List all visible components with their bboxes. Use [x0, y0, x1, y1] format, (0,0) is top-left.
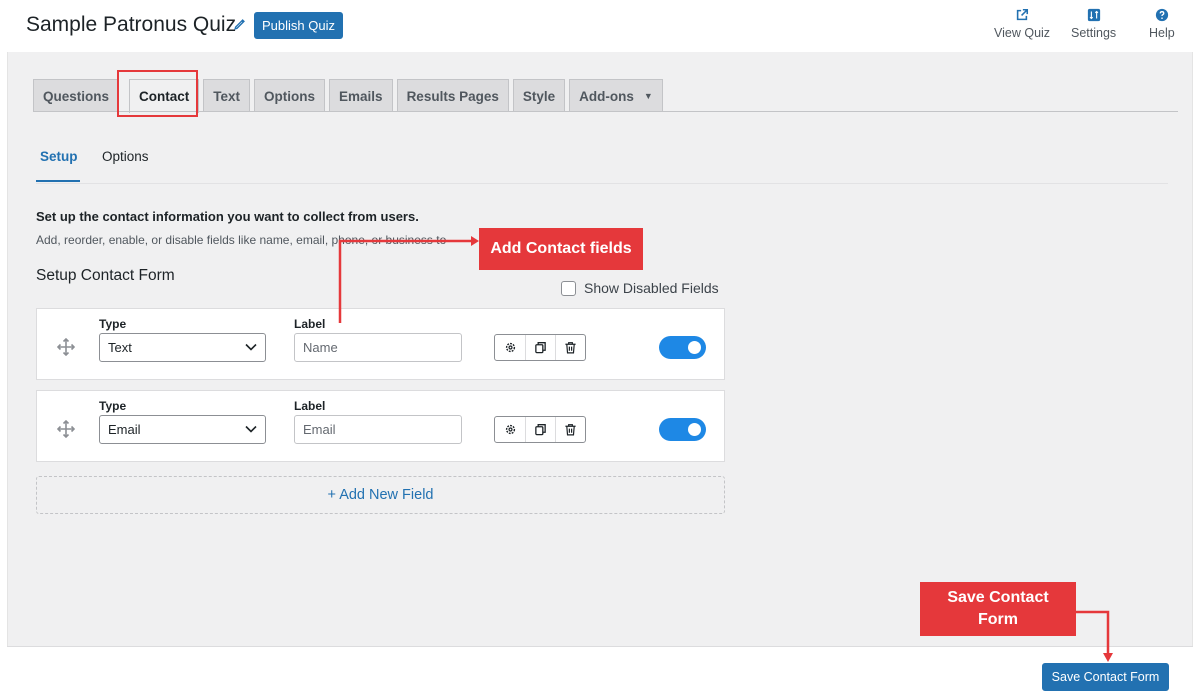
tab-label: Text — [213, 88, 241, 104]
trash-icon — [565, 424, 576, 436]
intro-title: Set up the contact information you want … — [36, 209, 419, 224]
gear-icon — [505, 424, 515, 435]
contact-field-row: Type Label Email Email — [36, 390, 725, 462]
move-icon[interactable] — [57, 338, 75, 356]
field-type-value: Text — [108, 340, 132, 355]
field-enabled-toggle[interactable] — [659, 336, 706, 359]
delete-field-button[interactable] — [555, 417, 585, 442]
field-actions — [494, 334, 586, 361]
tab-text[interactable]: Text — [203, 79, 251, 112]
gear-icon — [505, 342, 515, 353]
pencil-icon[interactable] — [233, 17, 247, 31]
field-label-input[interactable]: Name — [294, 333, 462, 362]
page-header: Sample Patronus Quiz Publish Quiz View Q… — [0, 0, 1200, 52]
tab-label: Results Pages — [406, 88, 499, 104]
contact-field-row: Type Label Text Name — [36, 308, 725, 380]
duplicate-field-button[interactable] — [525, 417, 555, 442]
tab-label: Questions — [43, 88, 110, 104]
show-disabled-fields-toggle[interactable]: Show Disabled Fields — [561, 280, 719, 296]
chevron-down-icon — [245, 343, 257, 351]
quiz-title: Sample Patronus Quiz — [26, 13, 237, 36]
delete-field-button[interactable] — [555, 335, 585, 360]
type-heading: Type — [99, 399, 127, 413]
copy-icon — [535, 424, 546, 436]
save-contact-form-button[interactable]: Save Contact Form — [1042, 663, 1169, 691]
subtab-options[interactable]: Options — [102, 149, 149, 164]
tab-options[interactable]: Options — [254, 79, 326, 112]
field-label-input[interactable]: Email — [294, 415, 462, 444]
subtab-setup[interactable]: Setup — [40, 149, 78, 164]
chevron-down-icon — [245, 425, 257, 433]
subtab-divider — [36, 183, 1168, 184]
move-icon[interactable] — [57, 420, 75, 438]
settings-button[interactable]: Settings — [1071, 8, 1116, 40]
tab-label: Options — [264, 88, 316, 104]
callout-line: Save Contact — [947, 589, 1049, 606]
tab-questions[interactable]: Questions — [33, 79, 120, 112]
field-enabled-toggle[interactable] — [659, 418, 706, 441]
tab-label: Style — [522, 88, 556, 104]
section-title: Setup Contact Form — [36, 267, 175, 284]
copy-icon — [535, 342, 546, 354]
external-link-icon — [1016, 8, 1029, 21]
field-settings-button[interactable] — [495, 335, 525, 360]
label-heading: Label — [294, 317, 326, 331]
field-settings-button[interactable] — [495, 417, 525, 442]
field-type-select[interactable]: Email — [99, 415, 266, 444]
publish-quiz-button[interactable]: Publish Quiz — [254, 12, 343, 39]
settings-label: Settings — [1071, 26, 1117, 40]
tab-add-ons[interactable]: Add-ons ▼ — [569, 79, 663, 112]
label-heading: Label — [294, 399, 326, 413]
view-quiz-label: View Quiz — [994, 26, 1051, 40]
view-quiz-button[interactable]: View Quiz — [994, 8, 1050, 40]
help-label: Help — [1149, 26, 1175, 40]
divider — [7, 646, 1193, 647]
field-type-value: Email — [108, 422, 141, 437]
quiz-editor-page: Sample Patronus Quiz Publish Quiz View Q… — [0, 0, 1200, 700]
caret-down-icon: ▼ — [643, 91, 653, 101]
save-contact-form-callout: Save Contact Form — [920, 582, 1076, 636]
tab-emails[interactable]: Emails — [329, 79, 393, 112]
add-new-field-button[interactable]: + Add New Field — [36, 476, 725, 514]
tab-label: Emails — [339, 88, 383, 104]
add-contact-fields-callout: Add Contact fields — [479, 228, 643, 270]
show-disabled-label: Show Disabled Fields — [584, 280, 719, 296]
type-heading: Type — [99, 317, 127, 331]
callout-line: Form — [978, 611, 1018, 628]
field-type-select[interactable]: Text — [99, 333, 266, 362]
toggle-knob — [688, 423, 701, 436]
tab-label: Add-ons — [579, 88, 634, 104]
contact-tab-highlight — [117, 70, 198, 117]
help-button[interactable]: Help — [1149, 8, 1175, 40]
help-icon — [1155, 8, 1168, 22]
tab-results-pages[interactable]: Results Pages — [396, 79, 509, 112]
field-actions — [494, 416, 586, 443]
active-subtab-indicator — [36, 180, 80, 182]
tab-style[interactable]: Style — [512, 79, 566, 112]
show-disabled-checkbox[interactable] — [561, 280, 576, 296]
tabs-divider — [33, 111, 1178, 112]
trash-icon — [565, 342, 576, 354]
settings-icon — [1087, 8, 1100, 22]
toggle-knob — [688, 341, 701, 354]
intro-description: Add, reorder, enable, or disable fields … — [36, 233, 447, 247]
duplicate-field-button[interactable] — [525, 335, 555, 360]
